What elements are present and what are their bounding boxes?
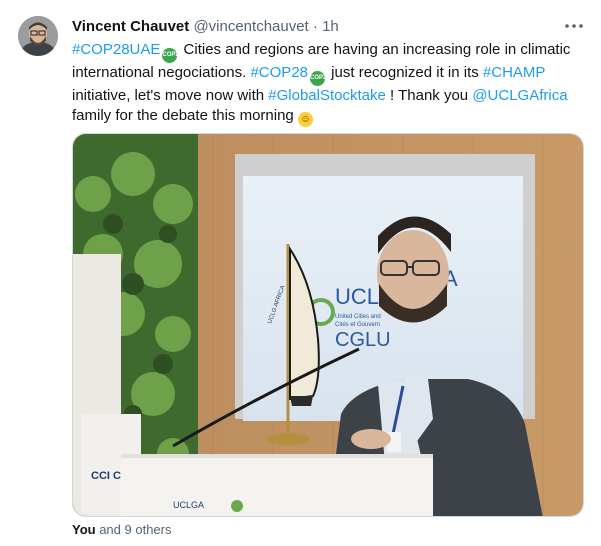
tweet-text-segment: initiative, let's move now with xyxy=(72,87,269,104)
tweet-line-4: family for the debate this morning ☺ xyxy=(72,106,592,127)
tweet-photo[interactable]: CCI CEN UCLG A United Cities and Cités e… xyxy=(72,133,584,517)
tweet-text-segment: ! Thank you xyxy=(385,87,473,104)
screen-cglu-text: CGLU xyxy=(335,329,391,351)
separator-dot: · xyxy=(312,18,318,35)
tweet-time[interactable]: 1h xyxy=(322,18,339,35)
hashtag-champ[interactable]: #CHAMP xyxy=(483,64,546,81)
hashtag-globalstocktake[interactable]: #GlobalStocktake xyxy=(268,87,386,104)
screen-small-text-2: Cités et Gouvern xyxy=(335,322,380,328)
likes-summary[interactable]: You and 9 others xyxy=(72,523,171,537)
author-name[interactable]: Vincent Chauvet xyxy=(72,18,189,35)
likes-others: and 9 others xyxy=(95,522,172,537)
more-horizontal-icon[interactable] xyxy=(562,14,586,38)
smiling-face-icon: ☺ xyxy=(297,111,313,127)
screen-small-text-1: United Cities and xyxy=(335,314,381,320)
tweet-text-segment: just recognized it in its xyxy=(327,64,483,81)
tweet-text-segment: Cities and regions are having an increas… xyxy=(179,41,571,58)
hashtag-cop28uae[interactable]: #COP28UAE xyxy=(72,41,160,58)
likes-you: You xyxy=(72,522,96,537)
tweet-card[interactable]: Vincent Chauvet @vincentchauvet · 1h #CO… xyxy=(0,0,601,546)
tweet-header: Vincent Chauvet @vincentchauvet · 1h xyxy=(72,17,339,37)
avatar[interactable] xyxy=(18,16,58,56)
tweet-text-segment: international negociations. xyxy=(72,64,251,81)
tweet-line-1: #COP28UAE COP28 Cities and regions are ha… xyxy=(72,40,592,63)
podium-text: UCLGA xyxy=(173,500,204,510)
tweet-text: #COP28UAE COP28 Cities and regions are ha… xyxy=(72,40,592,127)
tweet-text-segment: family for the debate this morning xyxy=(72,106,298,124)
mention-uclgafrica[interactable]: @UCLGAfrica xyxy=(472,87,567,104)
cop28-badge-icon: COP28 xyxy=(162,48,182,63)
hashtag-cop28[interactable]: #COP28 xyxy=(250,64,308,81)
author-handle[interactable]: @vincentchauvet xyxy=(193,18,308,35)
cop28-badge-icon: COP28 xyxy=(310,71,330,86)
tweet-line-2: international negociations. #COP28 COP28 … xyxy=(72,63,592,86)
tweet-line-3: initiative, let's move now with #GlobalS… xyxy=(72,86,592,106)
